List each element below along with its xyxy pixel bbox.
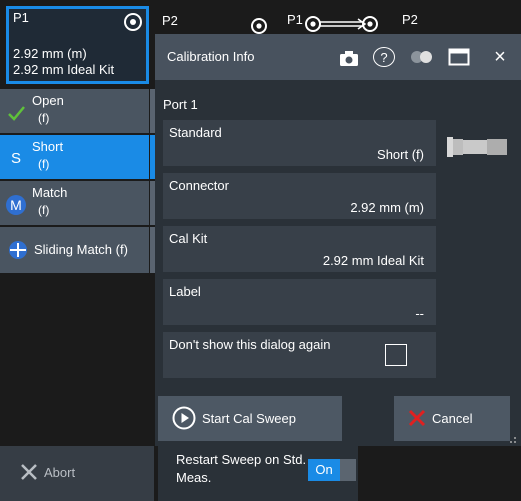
transparency-toggle-icon[interactable]: [409, 50, 435, 64]
port-connector-icon: [124, 13, 142, 31]
cancel-button-label: Cancel: [432, 411, 473, 426]
help-icon[interactable]: ?: [373, 47, 395, 67]
standard-label: Match: [32, 185, 68, 200]
port-card-connector: 2.92 mm (m): [13, 46, 87, 61]
standard-item-match[interactable]: M Match (f): [0, 181, 149, 225]
start-cal-sweep-button[interactable]: Start Cal Sweep: [158, 396, 342, 441]
connector-image: [447, 137, 507, 157]
standard-label: Sliding Match (f): [34, 242, 128, 257]
field-value: Short (f): [377, 147, 424, 162]
port-connector-icon: [251, 18, 267, 34]
s-badge-icon: S: [10, 150, 21, 167]
diagram-p2-label: P2: [402, 12, 418, 27]
standard-label: Short: [32, 139, 64, 154]
restart-label-line1: Restart Sweep on Std.: [176, 452, 307, 467]
field-value: 2.92 mm Ideal Kit: [322, 253, 424, 268]
thru-connection-icon: [305, 16, 378, 32]
standard-sub: (f): [38, 203, 50, 217]
field-value: 2.92 mm (m): [350, 200, 424, 215]
dont-show-checkbox[interactable]: [385, 344, 407, 366]
standard-field: Standard Short (f): [163, 120, 436, 166]
standard-sub: (f): [38, 157, 50, 171]
check-icon: [8, 106, 25, 121]
standard-item-short[interactable]: S Short (f): [0, 135, 149, 179]
standard-label: Open: [32, 93, 64, 108]
close-icon: [408, 409, 426, 427]
resize-grip-icon[interactable]: [509, 436, 517, 444]
standard-item-open[interactable]: Open (f): [0, 89, 149, 133]
restart-sweep-toggle-row: Restart Sweep on Std. Meas. On: [158, 446, 358, 501]
port2-label: P2: [162, 13, 178, 28]
field-label: Connector: [169, 178, 229, 193]
connector-field: Connector 2.92 mm (m): [163, 173, 436, 219]
sliding-match-icon: [9, 241, 27, 259]
close-icon[interactable]: ×: [490, 46, 510, 68]
port-card-calkit: 2.92 mm Ideal Kit: [13, 62, 115, 77]
calibration-info-dialog: Calibration Info ? × Port 1 Standard Sho…: [155, 34, 521, 446]
restart-label-line2: Meas.: [176, 470, 212, 485]
cancel-button[interactable]: Cancel: [394, 396, 510, 441]
close-icon: [21, 464, 37, 480]
dialog-title: Calibration Info: [167, 49, 255, 64]
standard-sub: (f): [38, 111, 50, 125]
dont-show-label: Don't show this dialog again: [169, 337, 331, 352]
port-heading: Port 1: [163, 97, 198, 112]
dont-show-row: Don't show this dialog again: [163, 332, 436, 378]
abort-label: Abort: [44, 465, 76, 480]
toggle-on-indicator: On: [308, 459, 340, 481]
calkit-field: Cal Kit 2.92 mm Ideal Kit: [163, 226, 436, 272]
port-card-title: P1: [13, 10, 29, 25]
field-label: Label: [169, 284, 201, 299]
field-label: Cal Kit: [169, 231, 208, 246]
play-icon: [172, 406, 196, 430]
restart-sweep-toggle[interactable]: On: [308, 459, 356, 481]
standard-item-sliding-match[interactable]: Sliding Match (f): [0, 227, 149, 273]
field-value: --: [415, 306, 424, 321]
abort-button[interactable]: Abort: [0, 446, 154, 501]
start-button-label: Start Cal Sweep: [202, 411, 296, 426]
port1-card[interactable]: P1 2.92 mm (m) 2.92 mm Ideal Kit: [6, 6, 149, 84]
label-field[interactable]: Label --: [163, 279, 436, 325]
diagram-p1-label: P1: [287, 12, 303, 27]
field-label: Standard: [169, 125, 222, 140]
dialog-titlebar: Calibration Info ? ×: [155, 34, 521, 80]
m-badge-icon: M: [6, 195, 26, 215]
camera-icon[interactable]: [338, 47, 360, 69]
maximize-icon[interactable]: [448, 48, 470, 66]
